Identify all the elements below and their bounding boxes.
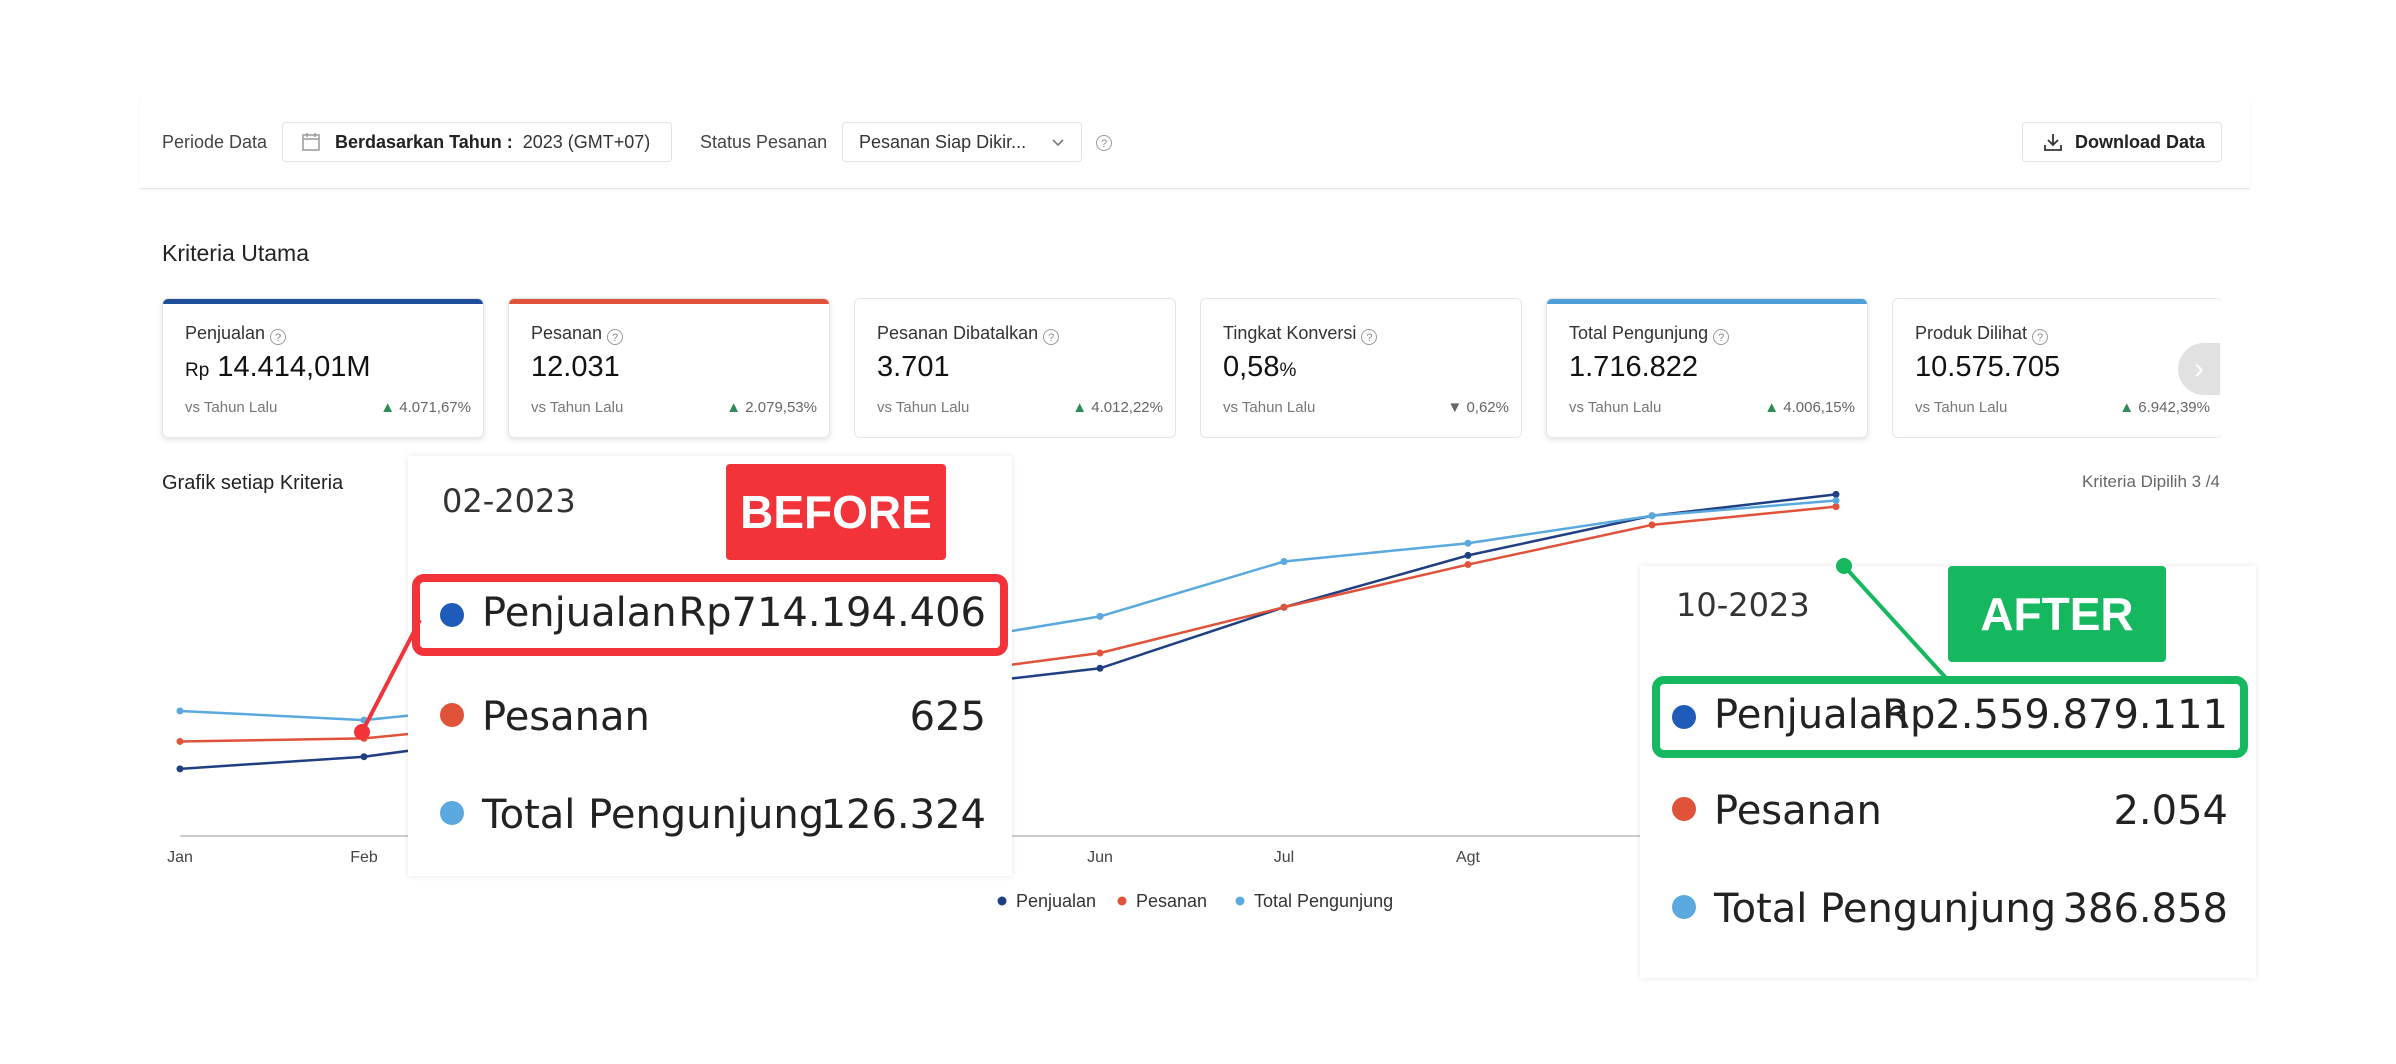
after-anchor-dot [1836, 558, 1852, 574]
before-anchor-dot [354, 724, 370, 740]
annotation-connectors [354, 558, 1948, 740]
before-connector-line [360, 619, 422, 733]
after-connector-line [1842, 564, 1948, 680]
